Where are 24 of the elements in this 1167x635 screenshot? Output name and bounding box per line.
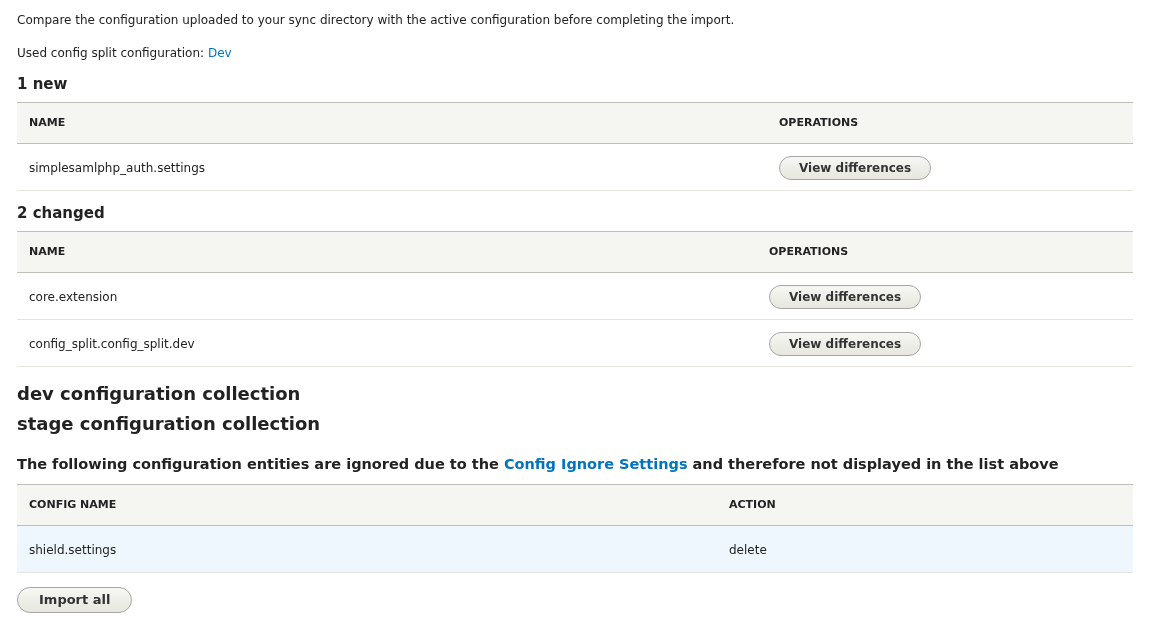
collection-heading: stage configuration collection [17, 412, 322, 436]
action-text: delete [729, 543, 767, 557]
column-header: OPERATIONS [769, 243, 850, 260]
config-name: simplesamlphp_auth.settings [29, 161, 205, 175]
view-differences-button[interactable]: View differences [769, 331, 922, 356]
view-differences-button[interactable]: View differences [769, 284, 922, 309]
view-differences-button[interactable]: View differences [779, 155, 932, 180]
collection-heading: dev configuration collection [17, 382, 302, 406]
config-ignore-settings-link[interactable]: Config Ignore Settings [503, 456, 688, 472]
section-heading: 1 new [17, 74, 69, 94]
config-name: shield.settings [29, 543, 117, 557]
config-name: core.extension [29, 290, 118, 304]
config-name: config_split.config_split.dev [29, 337, 195, 351]
import-all-button[interactable]: Import all [17, 587, 133, 613]
column-header: NAME [29, 243, 67, 260]
split-info: Used config split configuration: Dev [17, 45, 233, 62]
section-heading: 2 changed [17, 203, 106, 223]
column-header: CONFIG NAME [29, 496, 118, 513]
column-header: ACTION [729, 496, 777, 513]
column-header: OPERATIONS [779, 114, 860, 131]
column-header: NAME [29, 114, 67, 131]
ignored-heading: The following configuration entities are ignored due to the Config Ignore Settings and therefore not displayed in the list above [17, 455, 1060, 474]
intro-text: Compare the configuration uploaded to your sync directory with the active configuration before completing the import. [17, 12, 736, 29]
dev-link[interactable]: Dev [207, 46, 232, 60]
